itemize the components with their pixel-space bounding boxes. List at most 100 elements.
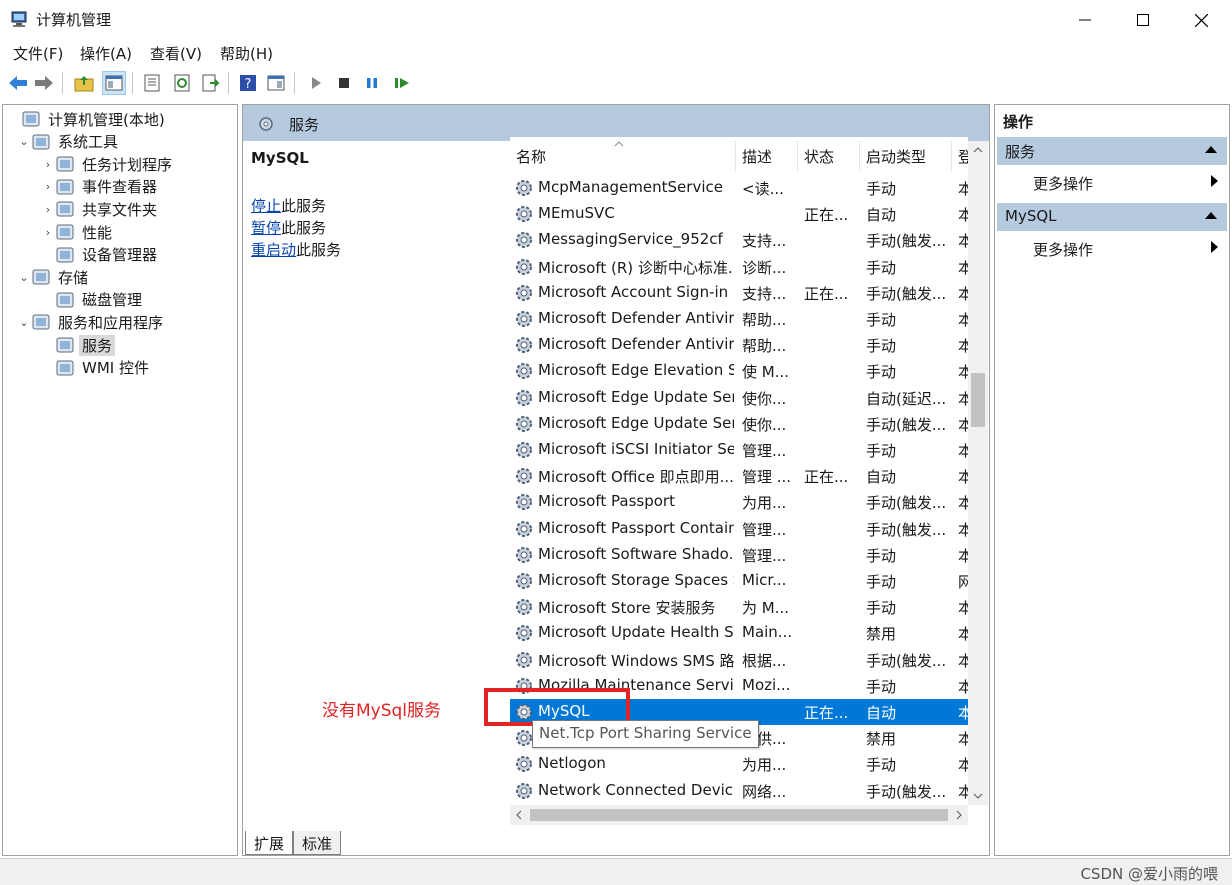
tab-standard[interactable]: 标准 (293, 831, 342, 855)
column-label: 启动类型 (866, 147, 927, 166)
tree-item[interactable]: › 事件查看器 (41, 176, 160, 198)
service-startup-type: 手动(触发... (866, 651, 947, 670)
table-row[interactable]: Netlogon 为用... 手动 本 (510, 751, 968, 777)
column-header-startup-type[interactable]: 启动类型 (860, 141, 952, 171)
service-logon: 本 (958, 781, 968, 802)
more-actions-services[interactable]: 更多操作 (1033, 173, 1093, 194)
collapse-chevron-icon[interactable]: ⌄ (17, 271, 31, 284)
properties-button[interactable] (140, 71, 164, 95)
tree-item[interactable]: › 任务计划程序 (41, 153, 175, 175)
expand-chevron-icon[interactable]: › (41, 203, 55, 216)
vertical-scroll-thumb[interactable] (971, 373, 985, 427)
back-button[interactable] (6, 71, 30, 95)
tree-item[interactable]: ⌄ 服务和应用程序 (17, 311, 166, 333)
restart-service-button[interactable] (390, 71, 414, 95)
horizontal-scroll-thumb[interactable] (530, 809, 948, 821)
tree-item[interactable]: 设备管理器 (41, 244, 160, 266)
service-description: Micr... (742, 571, 787, 589)
table-row[interactable]: Microsoft iSCSI Initiator Ser... 管理... 手动 本 (510, 437, 968, 463)
tab-extended[interactable]: 扩展 (245, 831, 294, 855)
expand-chevron-icon[interactable]: › (41, 158, 55, 171)
table-row[interactable]: Network Connected Devic... 网络... 手动(触发... 本 (510, 778, 968, 804)
tree-item[interactable]: › 性能 (41, 221, 115, 243)
minimize-button[interactable] (1056, 0, 1114, 40)
forward-arrow-icon (35, 76, 53, 90)
table-row[interactable]: Microsoft Edge Update Ser... 使你... 自动(延迟..… (510, 385, 968, 411)
service-startup-type: 手动(触发... (866, 415, 947, 434)
menu-file[interactable]: 文件(F) (13, 43, 63, 64)
table-row[interactable]: Microsoft Storage Spaces S... Micr... 手动 网 (510, 568, 968, 594)
expand-chevron-icon[interactable]: › (41, 180, 55, 193)
gear-icon (516, 311, 532, 327)
refresh-button[interactable] (170, 71, 194, 95)
table-row[interactable]: Microsoft Defender Antivir... 帮助... 手动 本 (510, 332, 968, 358)
table-row[interactable]: Microsoft Passport 为用... 手动(触发... 本 (510, 489, 968, 515)
table-row[interactable]: MEmuSVC 正在... 自动 本 (510, 201, 968, 227)
service-startup-type: 自动 (866, 468, 897, 487)
help-button[interactable]: ? (236, 71, 260, 95)
table-row[interactable]: Microsoft Passport Container 管理... 手动(触发..… (510, 516, 968, 542)
forward-button[interactable] (32, 71, 56, 95)
table-row[interactable]: Microsoft Store 安装服务 为 M... 手动 本 (510, 594, 968, 620)
tree-item[interactable]: 计算机管理(本地) (7, 108, 168, 130)
more-actions-mysql[interactable]: 更多操作 (1033, 239, 1093, 260)
scroll-up-icon (973, 147, 983, 153)
tree-item[interactable]: ⌄ 存储 (17, 266, 91, 288)
maximize-button[interactable] (1114, 0, 1172, 40)
service-logon: 本 (958, 414, 968, 435)
table-row[interactable]: Microsoft (R) 诊断中心标准... 诊断... 手动 本 (510, 254, 968, 280)
menu-view[interactable]: 查看(V) (150, 43, 202, 64)
tree-item[interactable]: 磁盘管理 (41, 289, 145, 311)
table-row[interactable]: Microsoft Windows SMS 路... 根据... 手动(触发... 本 (510, 647, 968, 673)
pause-service-button[interactable] (360, 71, 384, 95)
service-logon: 本 (958, 650, 968, 671)
tree-item[interactable]: › 共享文件夹 (41, 198, 160, 220)
pause-service-link[interactable]: 暂停 (251, 219, 281, 237)
column-header-status[interactable]: 状态 (798, 141, 860, 171)
export-list-button[interactable] (198, 71, 222, 95)
column-header-description[interactable]: 描述 (736, 141, 798, 171)
vertical-scrollbar[interactable] (968, 141, 988, 805)
table-row[interactable]: Microsoft Software Shado... 管理... 手动 本 (510, 542, 968, 568)
service-logon: 本 (958, 283, 968, 304)
service-logon: 本 (958, 440, 968, 461)
table-row[interactable]: McpManagementService <读... 手动 本 (510, 175, 968, 201)
section-label: 服务 (1005, 143, 1036, 161)
restart-service-link[interactable]: 重启动 (251, 241, 296, 259)
table-row[interactable]: MessagingService_952cf 支持... 手动(触发... 本 (510, 227, 968, 253)
show-action-pane-button[interactable] (264, 71, 288, 95)
view-tabs: 扩展 标准 (243, 831, 989, 855)
tree-item[interactable]: WMI 控件 (41, 357, 152, 379)
stop-service-link[interactable]: 停止 (251, 197, 281, 215)
menu-action[interactable]: 操作(A) (80, 43, 132, 64)
service-description: 使 M... (742, 363, 790, 382)
service-description: Main... (742, 623, 793, 642)
show-tree-button[interactable] (102, 71, 126, 95)
expand-chevron-icon[interactable]: › (41, 226, 55, 239)
collapse-chevron-icon[interactable]: ⌄ (17, 135, 31, 148)
horizontal-scrollbar[interactable] (510, 805, 968, 825)
status-bar: CSDN @爱小雨的喂 (0, 858, 1232, 885)
table-row[interactable]: Microsoft Account Sign-in ... 支持... 正在... 手… (510, 280, 968, 306)
table-row[interactable]: Microsoft Edge Elevation S... 使 M... 手动 本 (510, 358, 968, 384)
actions-panel: 操作 服务 更多操作 MySQL 更多操作 (994, 104, 1230, 856)
service-name: Netlogon (538, 754, 606, 773)
up-folder-button[interactable] (72, 71, 96, 95)
table-row[interactable]: Microsoft Edge Update Ser... 使你... 手动(触发..… (510, 411, 968, 437)
actions-section-mysql[interactable]: MySQL (997, 203, 1227, 231)
close-button[interactable] (1172, 0, 1230, 40)
table-row[interactable]: Microsoft Update Health S... Main... 禁用 本 (510, 620, 968, 646)
column-header-logon[interactable]: 登 (952, 141, 968, 171)
actions-section-services[interactable]: 服务 (997, 137, 1227, 165)
table-row[interactable]: Microsoft Defender Antivir... 帮助... 手动 本 (510, 306, 968, 332)
table-row[interactable]: Microsoft Office 即点即用... 管理 ... 正在... 自动 本 (510, 463, 968, 489)
collapse-chevron-icon[interactable]: ⌄ (17, 316, 31, 329)
tree-item[interactable]: ⌄ 系统工具 (17, 131, 121, 153)
service-logon: 本 (958, 257, 968, 278)
submenu-arrow-icon (1211, 241, 1218, 253)
start-service-button[interactable] (304, 71, 328, 95)
tree-item[interactable]: 服务 (41, 334, 116, 356)
tree-item-label: 服务 (79, 334, 116, 356)
stop-service-button[interactable] (332, 71, 356, 95)
menu-help[interactable]: 帮助(H) (220, 43, 273, 64)
